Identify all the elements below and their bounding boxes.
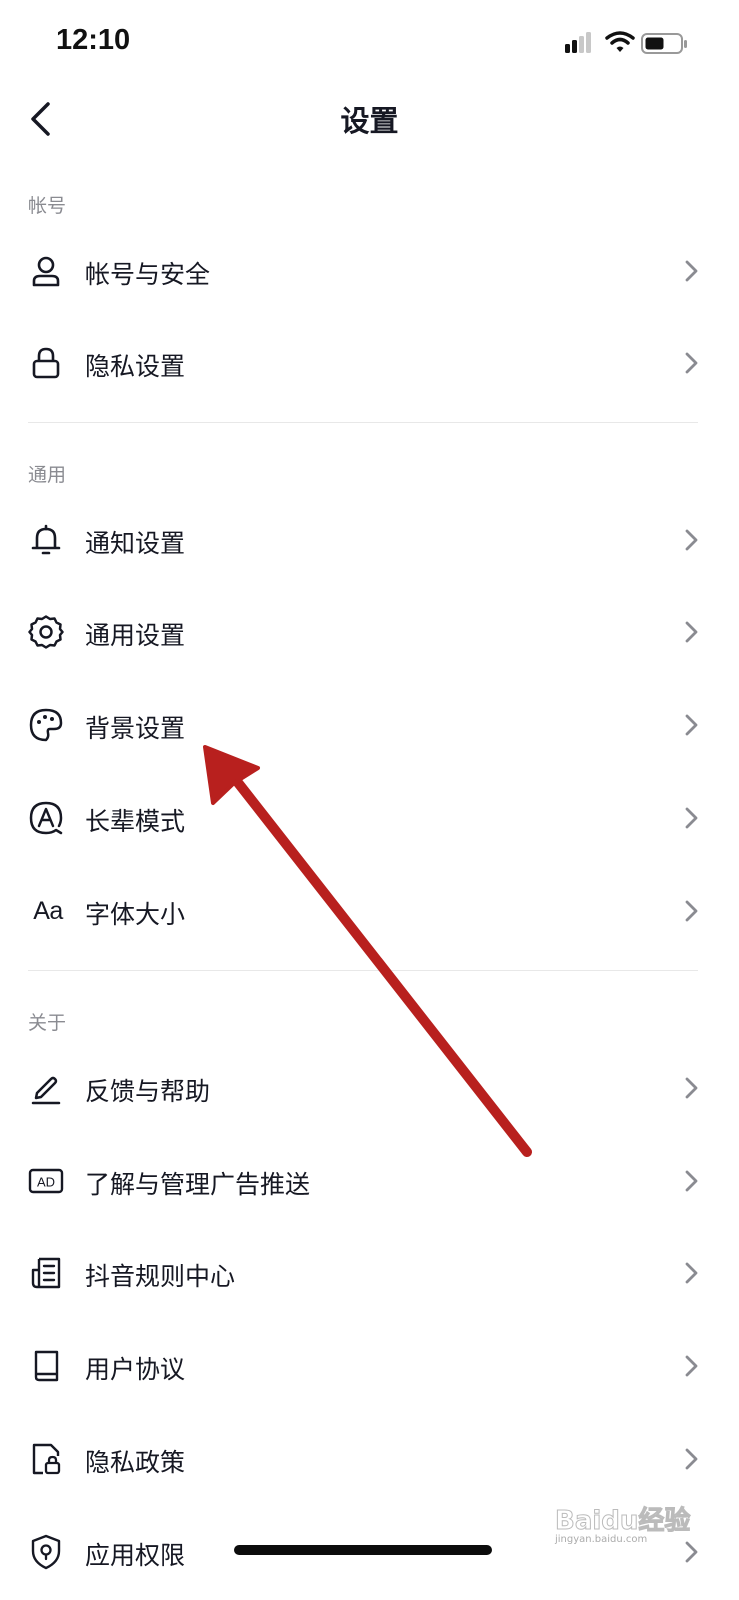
- document-icon: [26, 1253, 66, 1293]
- chevron-right-icon: [685, 352, 698, 374]
- chevron-right-icon: [685, 714, 698, 736]
- settings-item-label: 了解与管理广告推送: [85, 1170, 311, 1199]
- settings-item-ad-management[interactable]: AD 了解与管理广告推送: [0, 1135, 739, 1227]
- settings-item-label: 背景设置: [85, 714, 186, 743]
- section-header-account: 帐号: [28, 195, 67, 217]
- section-header-about: 关于: [28, 1012, 67, 1034]
- chevron-right-icon: [685, 529, 698, 551]
- section-divider: [28, 970, 698, 971]
- settings-item-label: 隐私设置: [85, 352, 186, 381]
- settings-item-label: 反馈与帮助: [85, 1077, 211, 1106]
- palette-icon: [26, 705, 66, 745]
- baidu-watermark: Baidu经验 jingyan.baidu.com: [554, 1500, 705, 1550]
- status-bar: 12:10: [0, 0, 739, 86]
- chevron-right-icon: [685, 900, 698, 922]
- shield-icon: [26, 1532, 66, 1572]
- ad-icon: AD: [26, 1161, 66, 1201]
- settings-item-font-size[interactable]: Aa 字体大小: [0, 865, 739, 957]
- navigation-bar: 设置: [0, 86, 739, 152]
- chevron-right-icon: [685, 807, 698, 829]
- user-icon: [26, 251, 66, 291]
- pen-icon: [26, 1068, 66, 1108]
- settings-item-label: 通知设置: [85, 529, 186, 558]
- settings-item-label: 用户协议: [85, 1355, 186, 1384]
- status-icons: [565, 30, 695, 60]
- ad-icon-glyph: AD: [37, 1175, 55, 1190]
- settings-item-label: 长辈模式: [85, 807, 186, 836]
- elder-mode-icon: [26, 798, 66, 838]
- chevron-right-icon: [685, 1448, 698, 1470]
- gear-icon: [26, 612, 66, 652]
- settings-item-label: 字体大小: [85, 900, 186, 929]
- font-size-icon: Aa: [28, 891, 68, 931]
- settings-item-account-security[interactable]: 帐号与安全: [0, 225, 739, 317]
- settings-item-label: 通用设置: [85, 621, 186, 650]
- settings-item-label: 抖音规则中心: [85, 1262, 236, 1291]
- watermark-url: jingyan.baidu.com: [555, 1534, 648, 1545]
- chevron-right-icon: [685, 1170, 698, 1192]
- privacy-file-icon: [26, 1439, 66, 1479]
- lock-icon: [26, 343, 66, 383]
- bell-icon: [26, 520, 66, 560]
- settings-item-privacy-settings[interactable]: 隐私设置: [0, 317, 739, 409]
- page-title: 设置: [340, 104, 399, 138]
- chevron-right-icon: [685, 1262, 698, 1284]
- section-divider: [28, 422, 698, 423]
- settings-item-rules-center[interactable]: 抖音规则中心: [0, 1227, 739, 1319]
- settings-item-label: 应用权限: [85, 1541, 186, 1570]
- settings-item-elder-mode[interactable]: 长辈模式: [0, 772, 739, 864]
- settings-item-notification-settings[interactable]: 通知设置: [0, 494, 739, 586]
- settings-item-privacy-policy[interactable]: 隐私政策: [0, 1413, 739, 1505]
- section-header-general: 通用: [28, 464, 67, 486]
- settings-item-background-settings[interactable]: 背景设置: [0, 679, 739, 771]
- status-time: 12:10: [56, 24, 131, 56]
- book-icon: [26, 1346, 66, 1386]
- settings-item-label: 帐号与安全: [85, 260, 211, 289]
- chevron-right-icon: [685, 621, 698, 643]
- settings-item-label: 隐私政策: [85, 1448, 186, 1477]
- chevron-right-icon: [685, 1355, 698, 1377]
- watermark-brand: Baidu经验: [554, 1506, 691, 1537]
- chevron-right-icon: [685, 260, 698, 282]
- chevron-right-icon: [685, 1077, 698, 1099]
- battery-icon: [641, 33, 687, 54]
- settings-item-feedback-help[interactable]: 反馈与帮助: [0, 1042, 739, 1134]
- font-size-glyph: Aa: [33, 896, 63, 925]
- home-indicator: [234, 1545, 492, 1555]
- signal-icon: [565, 32, 591, 53]
- wifi-icon: [605, 31, 635, 52]
- settings-item-user-agreement[interactable]: 用户协议: [0, 1320, 739, 1412]
- settings-item-general-settings[interactable]: 通用设置: [0, 586, 739, 678]
